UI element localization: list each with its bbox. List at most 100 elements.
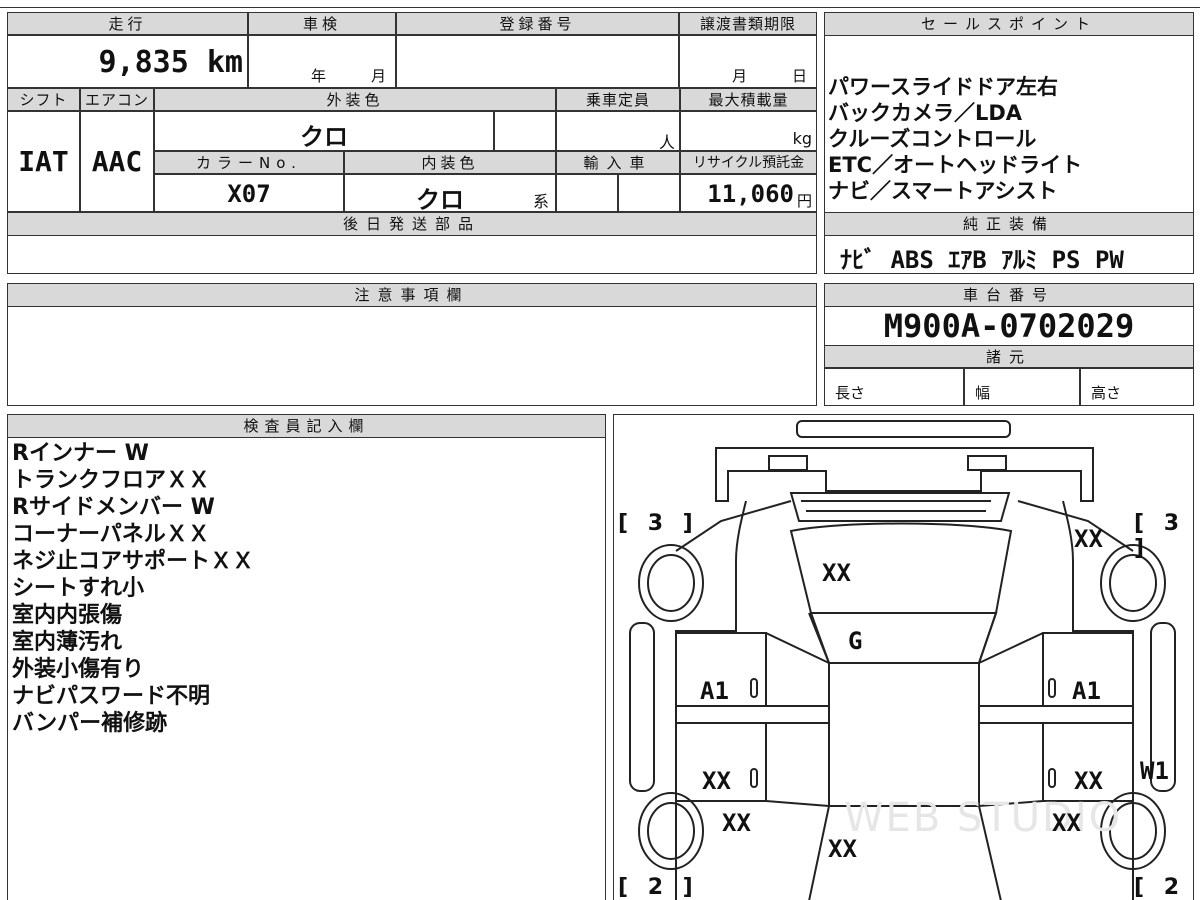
left-door-lines	[765, 632, 830, 807]
interior-color-suffix: 系	[532, 192, 549, 211]
recycle-fee-value: 11,060	[707, 180, 794, 208]
shift-value: IAT	[18, 145, 69, 178]
aircon-cell: AAC	[80, 110, 154, 212]
door-handle-rf	[1048, 678, 1056, 698]
spec-length-cell: 長さ	[824, 367, 964, 406]
sales-points-list: パワースライドドア左右 バックカメラ／LDA クルーズコントロール ETC／オー…	[828, 74, 1192, 204]
exterior-color-extra-cell	[494, 110, 556, 151]
left-side-panel	[629, 622, 655, 792]
spec-width-label: 幅	[975, 384, 991, 402]
exterior-color-cell: クロ	[154, 110, 494, 151]
sales-point-line: バックカメラ／LDA	[828, 101, 1023, 125]
recycle-fee-unit: 円	[796, 192, 812, 210]
transfer-deadline-header: 譲渡書類期限	[679, 12, 817, 36]
tire-grade-rear-right: [ 2 ]	[1134, 875, 1186, 900]
inspector-line: Rサイドメンバー W	[12, 495, 215, 520]
interior-color-header: 内装色	[344, 151, 556, 175]
tire-front-left-inner	[647, 554, 695, 612]
front-bumper	[796, 420, 1011, 438]
max-load-cell: kg	[680, 110, 817, 151]
color-no-header: カラーNo.	[154, 151, 344, 175]
capacity-unit: 人	[658, 133, 675, 152]
inspector-header: 検査員記入欄	[7, 414, 606, 438]
tire-grade-rear-left: [ 2 ]	[618, 875, 699, 900]
inspection-cell: 年 月	[248, 34, 396, 88]
deadline-month-label: 月	[732, 67, 748, 85]
mark-left-rear-door: XX	[702, 767, 731, 795]
a-pillars	[808, 612, 997, 664]
import-car-cell-a	[556, 173, 618, 212]
equipment-value: ﾅﾋﾞ ABS ｴｱB ｱﾙﾐ PS PW	[840, 246, 1124, 274]
door-handle-lf	[750, 678, 758, 698]
color-no-cell: X07	[154, 173, 344, 212]
chassis-header: 車台番号	[824, 283, 1194, 307]
right-headlight	[967, 455, 1007, 471]
inspector-line: バンパー補修跡	[12, 711, 168, 736]
tire-grade-front-left: [ 3 ]	[618, 511, 699, 536]
left-headlight	[768, 455, 808, 471]
spec-width-cell: 幅	[964, 367, 1080, 406]
deadline-day-label: 日	[792, 67, 808, 85]
aircon-header: エアコン	[80, 88, 154, 112]
recycle-fee-header: リサイクル預託金	[680, 151, 817, 175]
inspector-line: 室内薄汚れ	[12, 630, 123, 655]
mileage-cell: 9,835 km	[7, 34, 248, 88]
sales-point-line: ETC／オートヘッドライト	[828, 153, 1083, 177]
equipment-header: 純正装備	[824, 212, 1194, 236]
roof	[828, 662, 980, 807]
chassis-number: M900A-0702029	[883, 307, 1135, 345]
import-car-cell-b	[618, 173, 680, 212]
mark-rear: XX	[828, 835, 857, 863]
sales-point-line: クルーズコントロール	[828, 127, 1037, 151]
registration-header: 登録番号	[396, 12, 679, 36]
grille	[789, 492, 1011, 522]
inspection-header: 車検	[248, 12, 396, 36]
mark-windshield: G	[848, 627, 863, 655]
spec-height-label: 高さ	[1091, 384, 1122, 402]
tire-front-right-inner	[1109, 554, 1157, 612]
inspector-list: Rインナー W トランクフロアＸＸ Rサイドメンバー W コーナーパネルＸＸ ネ…	[12, 440, 602, 737]
inspector-line: 室内内張傷	[12, 603, 123, 628]
inspector-line: コーナーパネルＸＸ	[12, 522, 210, 547]
door-handle-lr	[750, 768, 758, 788]
mark-left-rear-fender: XX	[722, 809, 751, 837]
aircon-value: AAC	[91, 145, 143, 178]
mark-hood: XX	[822, 559, 851, 587]
interior-color-cell: クロ 系	[344, 173, 556, 214]
door-handle-rr	[1048, 768, 1056, 788]
inspector-line: シートすれ小	[12, 576, 145, 601]
capacity-cell: 人	[556, 110, 680, 152]
windshield	[809, 612, 998, 664]
right-door-lines	[978, 632, 1044, 807]
recycle-fee-cell: 11,060 円	[680, 173, 817, 212]
mark-right-rear-fender: XX	[1052, 809, 1081, 837]
sales-point-line: パワースライドドア左右	[828, 75, 1058, 99]
inspector-line: トランクフロアＸＸ	[12, 468, 211, 493]
interior-color-value: クロ	[416, 186, 464, 214]
mark-right-rear-door: XX	[1074, 767, 1103, 795]
specs-header: 諸元	[824, 345, 1194, 369]
mark-front-right: XX	[1074, 525, 1103, 553]
mileage-header: 走行	[7, 12, 248, 36]
top-strip	[0, 0, 1200, 8]
exterior-color-value: クロ	[300, 123, 348, 151]
max-load-header: 最大積載量	[680, 88, 817, 112]
inspector-line: 外装小傷有り	[12, 657, 145, 682]
mark-left-front-door: A1	[700, 677, 729, 705]
later-parts-header: 後日発送部品	[7, 212, 817, 236]
inspector-line: ナビパスワード不明	[12, 684, 211, 709]
spec-length-label: 長さ	[835, 384, 866, 402]
shift-header: シフト	[7, 88, 80, 112]
notes-header: 注意事項欄	[7, 283, 817, 307]
exterior-color-header: 外装色	[154, 88, 556, 112]
sales-points-header: セールスポイント	[824, 12, 1194, 36]
inspection-month-label: 月	[371, 67, 387, 85]
max-load-unit: kg	[792, 129, 812, 148]
mark-right-side: W1	[1140, 757, 1169, 785]
spec-height-cell: 高さ	[1080, 367, 1194, 406]
sales-point-line: ナビ／スマートアシスト	[828, 179, 1058, 203]
inspection-year-label: 年	[311, 67, 327, 85]
color-no-value: X07	[227, 180, 271, 208]
inspector-line: Rインナー W	[12, 441, 149, 466]
import-car-header: 輸入車	[556, 151, 680, 175]
